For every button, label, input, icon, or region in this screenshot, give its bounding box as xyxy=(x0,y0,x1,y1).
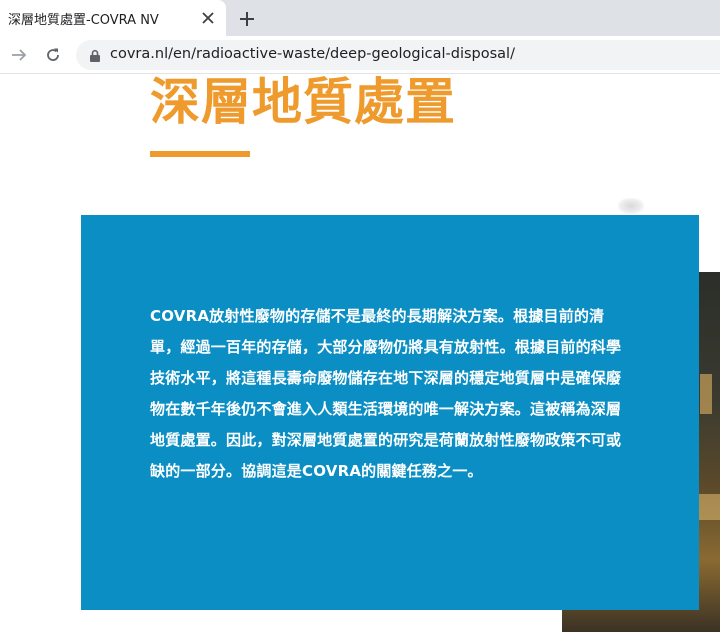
reload-icon[interactable] xyxy=(42,44,64,66)
address-bar[interactable]: covra.nl/en/radioactive-waste/deep-geolo… xyxy=(76,40,720,70)
plus-icon[interactable] xyxy=(236,8,258,30)
info-paragraph: COVRA放射性廢物的存儲不是最終的長期解決方案。根據目前的清單，經過一百年的存… xyxy=(150,307,622,480)
close-icon[interactable] xyxy=(198,8,218,28)
arrow-right-icon[interactable] xyxy=(8,44,30,66)
page-content: 深層地質處置 COVRA放射性廢物的存儲不是最終的長期解決方案。根據目前的清單，… xyxy=(0,74,720,632)
title-underline xyxy=(150,151,250,157)
photo-highlight xyxy=(700,374,712,414)
tab-title: 深層地質處置-COVRA NV xyxy=(8,13,159,28)
browser-toolbar: covra.nl/en/radioactive-waste/deep-geolo… xyxy=(0,36,720,74)
page-title: 深層地質處置 xyxy=(150,74,456,131)
active-tab[interactable]: 深層地質處置-COVRA NV xyxy=(0,0,226,36)
decorative-smudge xyxy=(618,198,644,214)
lock-icon[interactable] xyxy=(88,48,102,62)
tab-strip: 深層地質處置-COVRA NV xyxy=(0,0,720,36)
info-box: COVRA放射性廢物的存儲不是最終的長期解決方案。根據目前的清單，經過一百年的存… xyxy=(81,215,699,610)
url-text[interactable]: covra.nl/en/radioactive-waste/deep-geolo… xyxy=(110,46,515,62)
